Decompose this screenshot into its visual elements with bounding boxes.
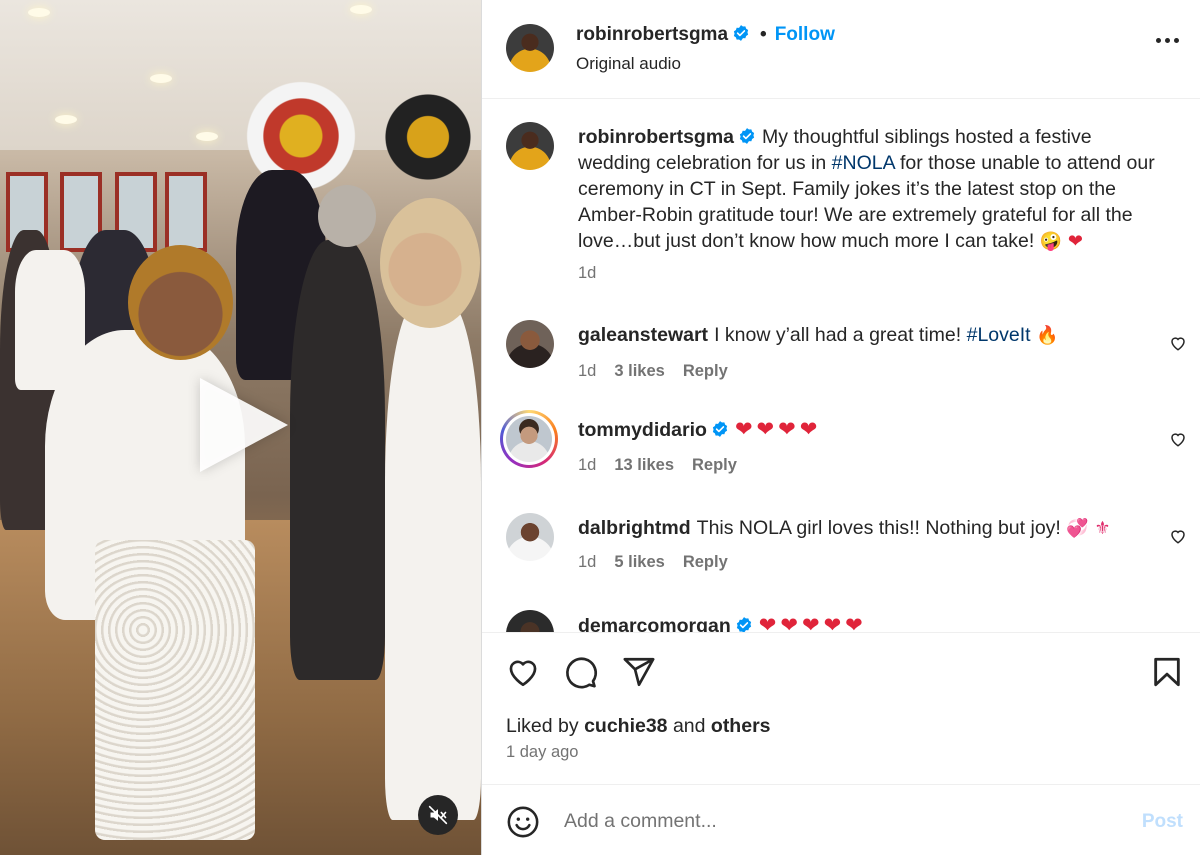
commenter-avatar[interactable]	[506, 513, 554, 561]
video-scene-window	[165, 172, 207, 252]
author-username[interactable]: robinrobertsgma	[576, 24, 728, 45]
commenter-username[interactable]: demarcomorgan	[578, 615, 731, 632]
video-scene-dancer	[290, 240, 385, 680]
comment-like-heart-icon[interactable]	[1169, 334, 1187, 352]
post-comment-button[interactable]: Post	[1142, 811, 1183, 833]
caption-hashtag[interactable]: #NOLA	[832, 152, 895, 174]
comment-reply-button[interactable]: Reply	[683, 362, 728, 380]
comment-body: This NOLA girl loves this!! Nothing but …	[696, 517, 1067, 539]
comment-input[interactable]	[564, 805, 1124, 837]
comment-meta: 1d 13 likes Reply	[578, 456, 755, 475]
comment-time[interactable]: 1d	[578, 362, 596, 380]
comment-hashtag[interactable]: #LoveIt	[967, 324, 1031, 346]
post-actions: Liked by cuchie38 and others 1 day ago	[482, 632, 1200, 784]
post-caption: robinrobertsgma My thoughtful siblings ho…	[482, 100, 1200, 300]
more-options-icon[interactable]	[1156, 38, 1179, 43]
commenter-avatar[interactable]	[506, 610, 554, 632]
comment-time[interactable]: 1d	[578, 456, 596, 474]
comment-emoji: 🔥	[1036, 325, 1059, 346]
comments-list[interactable]: robinrobertsgma My thoughtful siblings ho…	[482, 100, 1200, 632]
liked-by-user[interactable]: cuchie38	[584, 715, 667, 737]
comment-body: I know y’all had a great time!	[714, 324, 967, 346]
comment-like-heart-icon[interactable]	[1169, 430, 1187, 448]
liked-by-prefix: Liked by	[506, 715, 585, 737]
add-comment-bar: Post	[482, 784, 1200, 855]
post-header: robinrobertsgma • Follow Original audio	[482, 0, 1200, 99]
video-scene-head	[318, 185, 376, 247]
verified-badge-icon	[739, 128, 755, 144]
video-scene-dancer-white	[385, 300, 481, 820]
comment-item: tommydidario ❤❤❤❤ 1d 13 likes Reply	[482, 410, 1200, 502]
comment-time[interactable]: 1d	[578, 553, 596, 571]
comment-emoji: 💞 ⚜	[1066, 518, 1111, 539]
comment-meta: 1d 3 likes Reply	[578, 362, 746, 381]
comment-text: galeanstewart I know y’all had a great ti…	[578, 322, 1158, 349]
verified-badge-icon	[712, 421, 728, 437]
caption-emojis: 🤪 ❤	[1039, 231, 1083, 252]
post-video[interactable]	[0, 0, 481, 855]
post-side-panel: robinrobertsgma • Follow Original audio ro…	[481, 0, 1200, 855]
comment-meta: 1d 5 likes Reply	[578, 553, 746, 572]
caption-username[interactable]: robinrobertsgma	[578, 126, 734, 148]
verified-badge-icon	[733, 25, 749, 41]
caption-time[interactable]: 1d	[578, 264, 596, 282]
heart-icon[interactable]	[506, 655, 540, 689]
video-scene-light	[55, 115, 77, 124]
commenter-avatar[interactable]	[506, 320, 554, 368]
liked-by-middle: and	[667, 715, 711, 737]
video-scene-headdress	[375, 60, 481, 200]
caption-author-avatar[interactable]	[506, 122, 554, 170]
header-separator: •	[760, 24, 767, 45]
follow-button[interactable]: Follow	[775, 24, 835, 45]
commenter-username[interactable]: tommydidario	[578, 419, 707, 441]
video-scene-light	[196, 132, 218, 141]
liked-by-line: Liked by cuchie38 and others	[506, 715, 771, 738]
comment-reply-button[interactable]: Reply	[683, 553, 728, 571]
emoji-icon[interactable]	[506, 805, 540, 839]
video-scene-light	[28, 8, 50, 17]
video-scene-head	[380, 198, 480, 328]
comment-reply-button[interactable]: Reply	[692, 456, 737, 474]
share-icon[interactable]	[622, 655, 656, 689]
video-scene-light	[350, 5, 372, 14]
video-scene-light	[150, 74, 172, 83]
commenter-username[interactable]: dalbrightmd	[578, 517, 691, 539]
comment-text: dalbrightmd This NOLA girl loves this!! N…	[578, 515, 1158, 542]
comment-likes[interactable]: 3 likes	[614, 362, 664, 380]
video-scene-head	[128, 245, 233, 360]
comment-text: tommydidario ❤❤❤❤	[578, 416, 1158, 443]
commenter-avatar[interactable]	[506, 416, 552, 462]
caption-meta: 1d	[578, 264, 614, 283]
muted-speaker-icon[interactable]	[418, 795, 458, 835]
verified-badge-icon	[736, 617, 751, 632]
comment-item: dalbrightmd This NOLA girl loves this!! N…	[482, 511, 1200, 601]
play-icon[interactable]	[200, 378, 288, 472]
bookmark-icon[interactable]	[1150, 655, 1184, 689]
comment-item: galeanstewart I know y’all had a great ti…	[482, 318, 1200, 408]
author-line: robinrobertsgma • Follow	[576, 24, 835, 46]
post-timestamp[interactable]: 1 day ago	[506, 743, 578, 762]
video-scene-lace-pants	[95, 540, 255, 840]
comment-icon[interactable]	[564, 655, 598, 689]
comment-text: demarcomorgan ❤❤❤❤❤	[578, 612, 1158, 632]
commenter-username[interactable]: galeanstewart	[578, 324, 708, 346]
author-avatar[interactable]	[506, 24, 554, 72]
comment-likes[interactable]: 13 likes	[614, 456, 674, 474]
comment-like-heart-icon[interactable]	[1169, 527, 1187, 545]
comment-item: demarcomorgan ❤❤❤❤❤	[482, 608, 1200, 632]
caption-text: robinrobertsgma My thoughtful siblings ho…	[578, 124, 1158, 255]
comment-likes[interactable]: 5 likes	[614, 553, 664, 571]
liked-by-others[interactable]: others	[711, 715, 771, 737]
audio-label[interactable]: Original audio	[576, 54, 681, 74]
comment-hearts: ❤❤❤❤❤	[758, 613, 867, 632]
comment-hearts: ❤❤❤❤	[734, 417, 822, 441]
